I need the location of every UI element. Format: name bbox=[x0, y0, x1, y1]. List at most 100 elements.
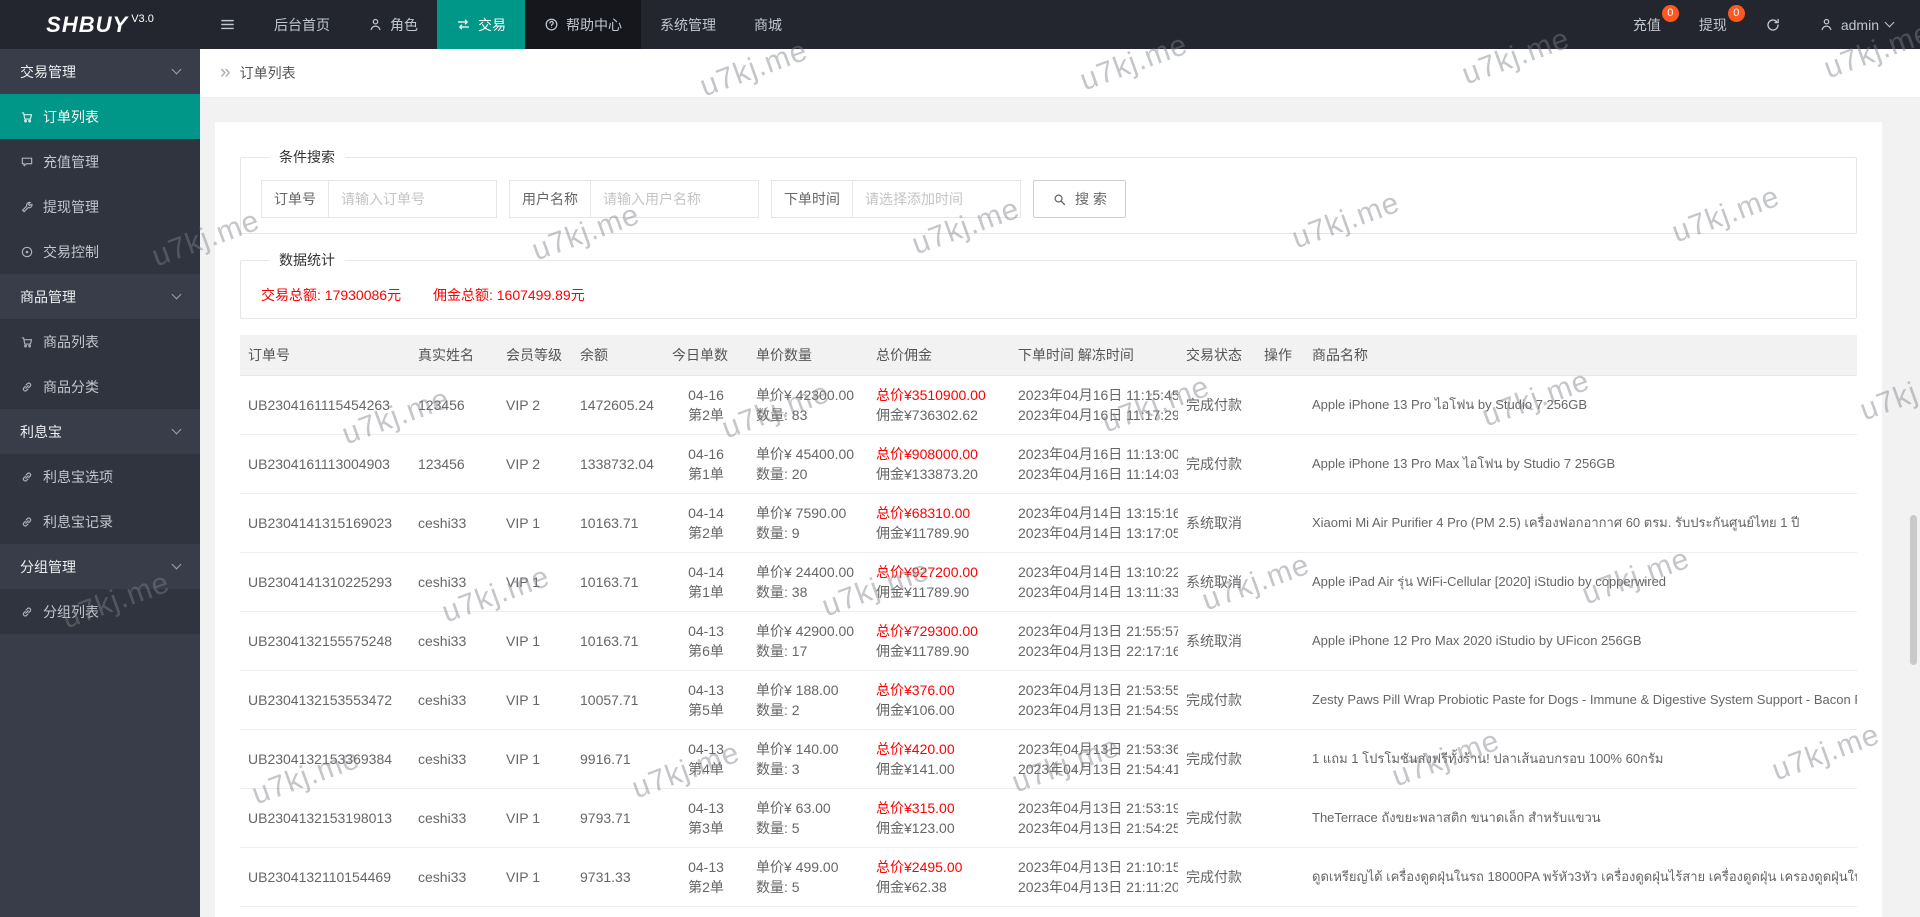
nav-withdraw[interactable]: 提现 0 bbox=[1680, 0, 1746, 49]
nav-trade[interactable]: 交易 bbox=[437, 0, 525, 49]
nav-mall[interactable]: 商城 bbox=[735, 0, 801, 49]
col-times: 下单时间 解冻时间 bbox=[1010, 335, 1178, 376]
quantity-text: 数量: 20 bbox=[756, 465, 808, 482]
nav-role[interactable]: 角色 bbox=[349, 0, 437, 49]
vip-level-cell: VIP 1 bbox=[498, 847, 572, 907]
times-cell: 2023年04月13日 21:53:19 2023年04月13日 21:54:2… bbox=[1010, 788, 1178, 848]
nav-system[interactable]: 系统管理 bbox=[641, 0, 735, 49]
product-name-cell: Apple iPad Air รุ่น WiFi-Cellular [2020]… bbox=[1304, 552, 1857, 612]
day-text: 04-13 bbox=[688, 858, 724, 875]
day-text: 04-14 bbox=[688, 504, 724, 521]
order-time-text: 2023年04月14日 13:10:22 bbox=[1018, 563, 1178, 580]
quantity-text: 数量: 9 bbox=[756, 524, 800, 541]
nav-help[interactable]: 帮助中心 bbox=[525, 0, 641, 49]
vip-level-cell: VIP 1 bbox=[498, 729, 572, 789]
action-cell bbox=[1256, 670, 1304, 730]
comment-icon bbox=[20, 155, 34, 169]
chevron-down-icon bbox=[171, 64, 182, 75]
admin-menu[interactable]: admin bbox=[1800, 0, 1912, 49]
order-no-input[interactable] bbox=[329, 180, 497, 218]
vip-level-cell: VIP 1 bbox=[498, 611, 572, 671]
breadcrumb-current: 订单列表 bbox=[239, 65, 296, 81]
vip-level-cell: VIP 1 bbox=[498, 906, 572, 917]
sidebar-group-label: 交易管理 bbox=[20, 63, 76, 80]
table-row: UB2304132153198013 ceshi33 VIP 1 9793.71… bbox=[240, 788, 1857, 848]
sidebar-group-label: 分组管理 bbox=[20, 558, 76, 575]
search-button[interactable]: 搜 索 bbox=[1033, 180, 1126, 218]
sidebar-group-interest[interactable]: 利息宝 bbox=[0, 409, 200, 454]
sidebar-item-interest-records[interactable]: 利息宝记录 bbox=[0, 499, 200, 544]
total-commission-cell: 总价¥420.00 佣金¥141.00 bbox=[868, 729, 1010, 789]
orders-table: 订单号 真实姓名 会员等级 余额 今日单数 单价数量 总价佣金 下单时间 解冻时… bbox=[240, 335, 1857, 917]
vertical-scrollbar-thumb[interactable] bbox=[1910, 515, 1917, 665]
nav-home[interactable]: 后台首页 bbox=[255, 0, 349, 49]
sidebar-item-interest-options[interactable]: 利息宝选项 bbox=[0, 454, 200, 499]
sidebar-item-product-list[interactable]: 商品列表 bbox=[0, 319, 200, 364]
order-time-input[interactable] bbox=[853, 180, 1021, 218]
user-name-input[interactable] bbox=[591, 180, 759, 218]
wrench-icon bbox=[20, 200, 34, 214]
real-name-cell: 123456 bbox=[410, 375, 498, 435]
order-no-cell: UB2304141315169023 bbox=[240, 493, 410, 553]
quantity-text: 数量: 5 bbox=[756, 878, 800, 895]
total-commission-cell: 总价¥68310.00 佣金¥11789.90 bbox=[868, 493, 1010, 553]
order-no-cell: UB2304132153369384 bbox=[240, 729, 410, 789]
unfreeze-time-text: 2023年04月13日 21:54:25 bbox=[1018, 819, 1178, 836]
total-price-text: 总价¥2495.00 bbox=[876, 858, 963, 875]
table-header-row: 订单号 真实姓名 会员等级 余额 今日单数 单价数量 总价佣金 下单时间 解冻时… bbox=[240, 335, 1857, 376]
unfreeze-time-text: 2023年04月16日 11:14:03 bbox=[1018, 465, 1178, 482]
times-cell: 2023年04月16日 11:13:00 2023年04月16日 11:14:0… bbox=[1010, 434, 1178, 494]
sidebar-item-order-list[interactable]: 订单列表 bbox=[0, 94, 200, 139]
unit-qty-cell: 单价¥ 63.00 数量: 5 bbox=[748, 788, 868, 848]
table-row: UB2304161115454263 123456 VIP 2 1472605.… bbox=[240, 375, 1857, 435]
order-no-cell: UB2304161115454263 bbox=[240, 375, 410, 435]
order-time-text: 2023年04月13日 21:53:36 bbox=[1018, 740, 1178, 757]
sidebar-item-group-list[interactable]: 分组列表 bbox=[0, 589, 200, 634]
balance-cell: 1338732.04 bbox=[572, 434, 664, 494]
order-no-label: 订单号 bbox=[261, 180, 329, 218]
unit-qty-cell: 单价¥ 42900.00 数量: 17 bbox=[748, 611, 868, 671]
sidebar-group-trade[interactable]: 交易管理 bbox=[0, 49, 200, 94]
times-cell: 2023年04月13日 21:55:57 2023年04月13日 22:17:1… bbox=[1010, 611, 1178, 671]
quantity-text: 数量: 83 bbox=[756, 406, 808, 423]
sidebar-item-product-category[interactable]: 商品分类 bbox=[0, 364, 200, 409]
sidebar-group-grouping[interactable]: 分组管理 bbox=[0, 544, 200, 589]
help-icon bbox=[544, 17, 559, 32]
day-text: 04-13 bbox=[688, 622, 724, 639]
action-cell bbox=[1256, 434, 1304, 494]
refresh-button[interactable] bbox=[1746, 0, 1800, 49]
day-orders-cell: 04-13 第4单 bbox=[664, 729, 748, 789]
main-content: 条件搜索 订单号 用户名称 下单时间 搜 索 bbox=[200, 98, 1920, 917]
commission-text: 佣金¥11789.90 bbox=[876, 524, 970, 541]
sidebar-item-label: 充值管理 bbox=[43, 153, 99, 170]
sidebar-toggle-button[interactable] bbox=[200, 0, 255, 49]
sidebar-group-product[interactable]: 商品管理 bbox=[0, 274, 200, 319]
nav-trade-label: 交易 bbox=[478, 16, 506, 33]
record-circle-icon bbox=[20, 245, 34, 259]
sidebar-item-withdraw[interactable]: 提现管理 bbox=[0, 184, 200, 229]
status-cell: 系统取消 bbox=[1178, 493, 1256, 553]
link-icon bbox=[20, 605, 34, 619]
search-icon bbox=[1052, 192, 1067, 207]
table-row: UB2304132155575248 ceshi33 VIP 1 10163.7… bbox=[240, 611, 1857, 671]
real-name-cell: ceshi33 bbox=[410, 552, 498, 612]
product-name-cell: Zesty Paws Pill Wrap Probiotic Paste for… bbox=[1304, 670, 1857, 730]
vip-level-cell: VIP 1 bbox=[498, 788, 572, 848]
day-orders-cell: 04-14 第2单 bbox=[664, 493, 748, 553]
top-menu-right: 充值 0 提现 0 admin bbox=[1614, 0, 1920, 49]
nav-recharge[interactable]: 充值 0 bbox=[1614, 0, 1680, 49]
times-cell: 2023年04月14日 13:10:22 2023年04月14日 13:11:3… bbox=[1010, 552, 1178, 612]
product-name-cell: Apple iPhone 13 Pro ไอโฟน by Studio 7 25… bbox=[1304, 375, 1857, 435]
sidebar-item-recharge[interactable]: 充值管理 bbox=[0, 139, 200, 184]
total-commission-cell: 总价¥376.00 佣金¥106.00 bbox=[868, 670, 1010, 730]
order-time-label: 下单时间 bbox=[771, 180, 853, 218]
day-orders-cell: 04-16 第2单 bbox=[664, 375, 748, 435]
total-price-text: 总价¥420.00 bbox=[876, 740, 955, 757]
trade-icon bbox=[456, 17, 471, 32]
sidebar-item-trade-control[interactable]: 交易控制 bbox=[0, 229, 200, 274]
product-name-cell: ดูดเหรียญได้ เครื่องดูดฝุ่นในรถ 18000PA … bbox=[1304, 847, 1857, 907]
total-commission-cell: 总价¥2495.00 佣金¥62.38 bbox=[868, 847, 1010, 907]
col-order-no: 订单号 bbox=[240, 335, 410, 376]
col-real-name: 真实姓名 bbox=[410, 335, 498, 376]
table-row: UB2304132110154469 ceshi33 VIP 1 9731.33… bbox=[240, 847, 1857, 907]
